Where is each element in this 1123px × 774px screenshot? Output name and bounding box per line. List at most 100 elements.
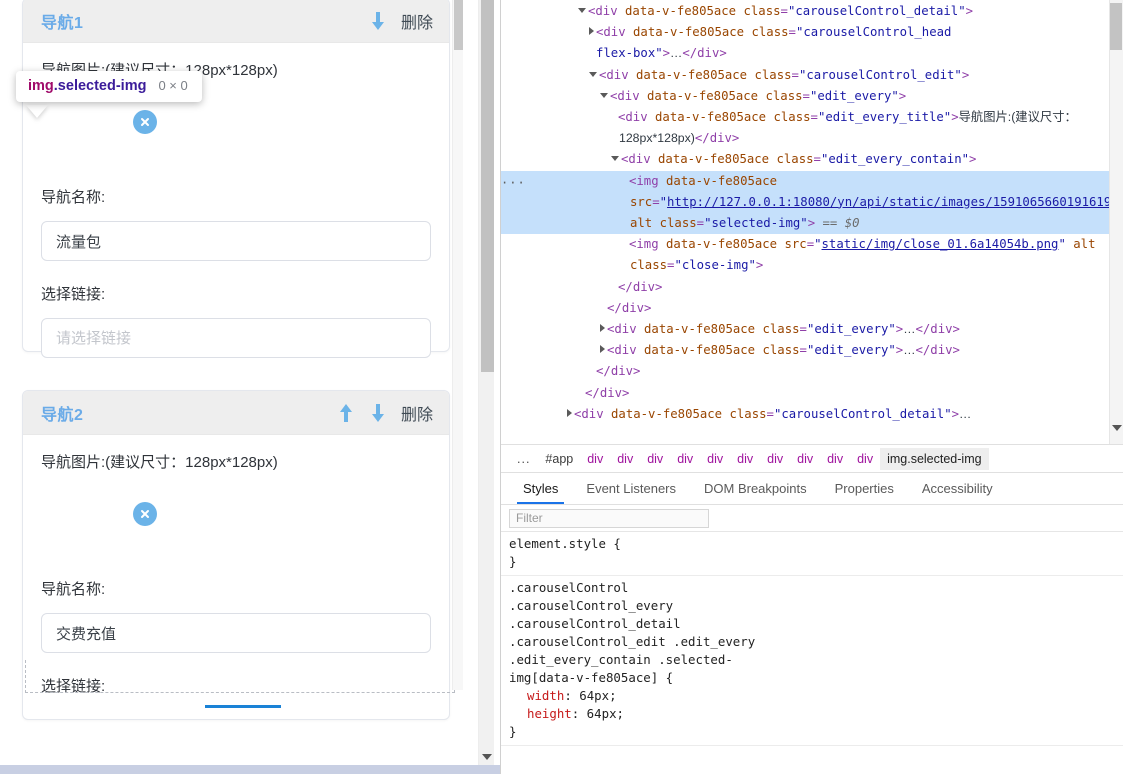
style-property-name[interactable]: width <box>527 688 564 703</box>
bottom-horizontal-scrollbar[interactable] <box>0 765 500 774</box>
dom-node-more-icon[interactable]: ··· <box>501 173 526 194</box>
dom-token-tag: div <box>603 25 626 40</box>
dom-token-punc: = <box>813 152 821 167</box>
dom-node[interactable]: <div data-v-fe805ace class="carouselCont… <box>501 22 1123 43</box>
dom-node[interactable]: <div data-v-fe805ace class="carouselCont… <box>501 404 1123 425</box>
dom-scroll-down-arrow-icon[interactable] <box>1112 425 1122 431</box>
dom-tree-scrollbar-track[interactable] <box>1109 0 1123 444</box>
dom-node[interactable]: </div> <box>501 383 1123 404</box>
move-down-icon[interactable] <box>369 10 387 32</box>
breadcrumb-item-div-6[interactable]: div <box>700 448 730 470</box>
style-rule-1[interactable]: <style>.carouselControl.carouselControl_… <box>501 576 1123 746</box>
dom-node[interactable]: flex-box">…</div> <box>501 43 1123 64</box>
dom-token-attr: class <box>776 152 814 167</box>
dom-token-val: "carouselControl_detail" <box>787 4 966 18</box>
dom-node[interactable]: <div data-v-fe805ace class="edit_every"> <box>501 86 1123 107</box>
remove-image-icon[interactable] <box>133 110 157 134</box>
tab-properties[interactable]: Properties <box>821 475 908 504</box>
dom-token-tag: img <box>636 173 659 188</box>
dom-token-punc: > <box>898 88 907 103</box>
breadcrumb-item-div-10[interactable]: div <box>820 448 850 470</box>
styles-filter-input[interactable]: Filter <box>509 508 709 528</box>
breadcrumb-item-div-11[interactable]: div <box>850 448 880 470</box>
breadcrumb-item-app-1[interactable]: #app <box>538 448 580 470</box>
dom-token-link[interactable]: static/img/close_01.6a14054b.png <box>822 237 1059 251</box>
styles-toolbar: Filter :hov .cls + <box>501 505 1123 532</box>
breadcrumb-item-div-5[interactable]: div <box>670 448 700 470</box>
tab-event-listeners[interactable]: Event Listeners <box>572 475 690 504</box>
style-rule-selector[interactable]: .edit_every_contain .selected- <box>509 651 1123 669</box>
dom-token-val: "edit_every_title" <box>817 110 952 125</box>
app-scroll-region[interactable]: 导航1 删除 导航图片:(建议尺寸：128px*128px) <box>0 0 470 774</box>
style-rule-selector[interactable]: .carouselControl <box>509 579 1123 597</box>
nav-name-input[interactable] <box>41 613 431 653</box>
dom-token-attr: data-v-fe805ace <box>633 25 745 40</box>
remove-image-icon[interactable] <box>133 502 157 526</box>
inner-scrollbar-track[interactable] <box>452 0 463 690</box>
dom-node[interactable]: </div> <box>501 277 1123 298</box>
dom-node[interactable]: <div data-v-fe805ace class="carouselCont… <box>501 1 1123 22</box>
style-property-value[interactable]: : 64px; <box>564 688 616 703</box>
dom-node[interactable]: <div data-v-fe805ace class="edit_every">… <box>501 340 1123 361</box>
style-rule-selector[interactable]: .carouselControl_detail <box>509 615 1123 633</box>
dom-tree-view[interactable]: <div data-v-fe805ace class="carouselCont… <box>501 0 1123 444</box>
dom-node[interactable]: <div data-v-fe805ace class="carouselCont… <box>501 65 1123 86</box>
collapsed-triangle-icon[interactable] <box>567 408 572 417</box>
nav-image-slot[interactable] <box>41 486 431 558</box>
dom-node[interactable]: <div data-v-fe805ace class="edit_every_c… <box>501 149 1123 170</box>
dom-node[interactable]: </div> <box>501 298 1123 319</box>
page-scrollbar-track[interactable] <box>478 0 494 774</box>
tab-dom-breakpoints[interactable]: DOM Breakpoints <box>690 475 821 504</box>
breadcrumb-item-div-2[interactable]: div <box>580 448 610 470</box>
style-rule-selector[interactable]: element.style { <box>509 535 1123 553</box>
nav-image-slot[interactable] <box>41 94 431 166</box>
breadcrumb-item-overflow-0[interactable]: ... <box>509 448 538 470</box>
style-rule-selector[interactable]: .carouselControl_every <box>509 597 1123 615</box>
inner-scrollbar-thumb[interactable] <box>454 0 463 50</box>
expanded-triangle-icon[interactable] <box>578 8 586 13</box>
dom-token-attr: class <box>754 67 792 82</box>
breadcrumb-item-div-8[interactable]: div <box>760 448 790 470</box>
tab-styles[interactable]: Styles <box>509 475 572 504</box>
move-up-icon[interactable] <box>337 402 355 424</box>
breadcrumb-item-div-3[interactable]: div <box>610 448 640 470</box>
style-property-value[interactable]: : 64px; <box>572 706 624 721</box>
dom-token-punc: > <box>969 152 977 167</box>
expanded-triangle-icon[interactable] <box>589 71 597 77</box>
style-rule-selector[interactable]: .carouselControl_edit .edit_every <box>509 633 1123 651</box>
style-rule-selector[interactable]: img[data-v-fe805ace] { <box>509 669 1123 687</box>
nav-name-input[interactable] <box>41 221 431 261</box>
dom-node[interactable]: </div> <box>501 361 1123 382</box>
dom-token-txt: … <box>670 46 683 61</box>
dom-tree-scrollbar-thumb[interactable] <box>1110 3 1122 50</box>
collapsed-triangle-icon[interactable] <box>600 345 605 354</box>
move-down-icon[interactable] <box>369 402 387 424</box>
breadcrumb-item-imgselected-img-12[interactable]: img.selected-img <box>880 447 989 470</box>
dom-node[interactable]: <img data-v-fe805ace src="static/img/clo… <box>501 234 1123 276</box>
expanded-triangle-icon[interactable] <box>600 92 608 98</box>
dom-token-link[interactable]: http://127.0.0.1:18080/yn/api/static/ima… <box>667 195 1123 209</box>
style-property-name[interactable]: height <box>527 706 572 721</box>
expanded-triangle-icon[interactable] <box>611 156 619 162</box>
dom-token-punc: = <box>652 194 660 209</box>
page-scrollbar-thumb[interactable] <box>481 0 494 372</box>
dom-token-tag: div <box>697 46 720 61</box>
dom-node[interactable]: <div data-v-fe805ace class="edit_every">… <box>501 319 1123 340</box>
dom-node-selected[interactable]: ··· <img data-v-fe805ace src="http://127.… <box>501 170 1123 235</box>
tab-accessibility[interactable]: Accessibility <box>908 475 1007 504</box>
delete-button[interactable]: 删除 <box>401 401 433 425</box>
style-rule-0[interactable]: element.style {} <box>501 532 1123 576</box>
breadcrumb-item-div-9[interactable]: div <box>790 448 820 470</box>
style-declaration[interactable]: height: 64px; <box>509 705 1123 723</box>
tooltip-dimensions: 0 × 0 <box>158 78 188 93</box>
collapsed-triangle-icon[interactable] <box>600 324 605 333</box>
scroll-down-arrow-icon[interactable] <box>482 754 492 760</box>
dom-token-tag: div <box>621 300 645 315</box>
delete-button[interactable]: 删除 <box>401 9 433 33</box>
dom-node[interactable]: <div data-v-fe805ace class="edit_every_t… <box>501 107 1123 149</box>
style-declaration[interactable]: width: 64px; <box>509 687 1123 705</box>
collapsed-triangle-icon[interactable] <box>589 27 594 36</box>
breadcrumb-item-div-4[interactable]: div <box>640 448 670 470</box>
breadcrumb-item-div-7[interactable]: div <box>730 448 760 470</box>
nav-link-input[interactable] <box>41 318 431 358</box>
